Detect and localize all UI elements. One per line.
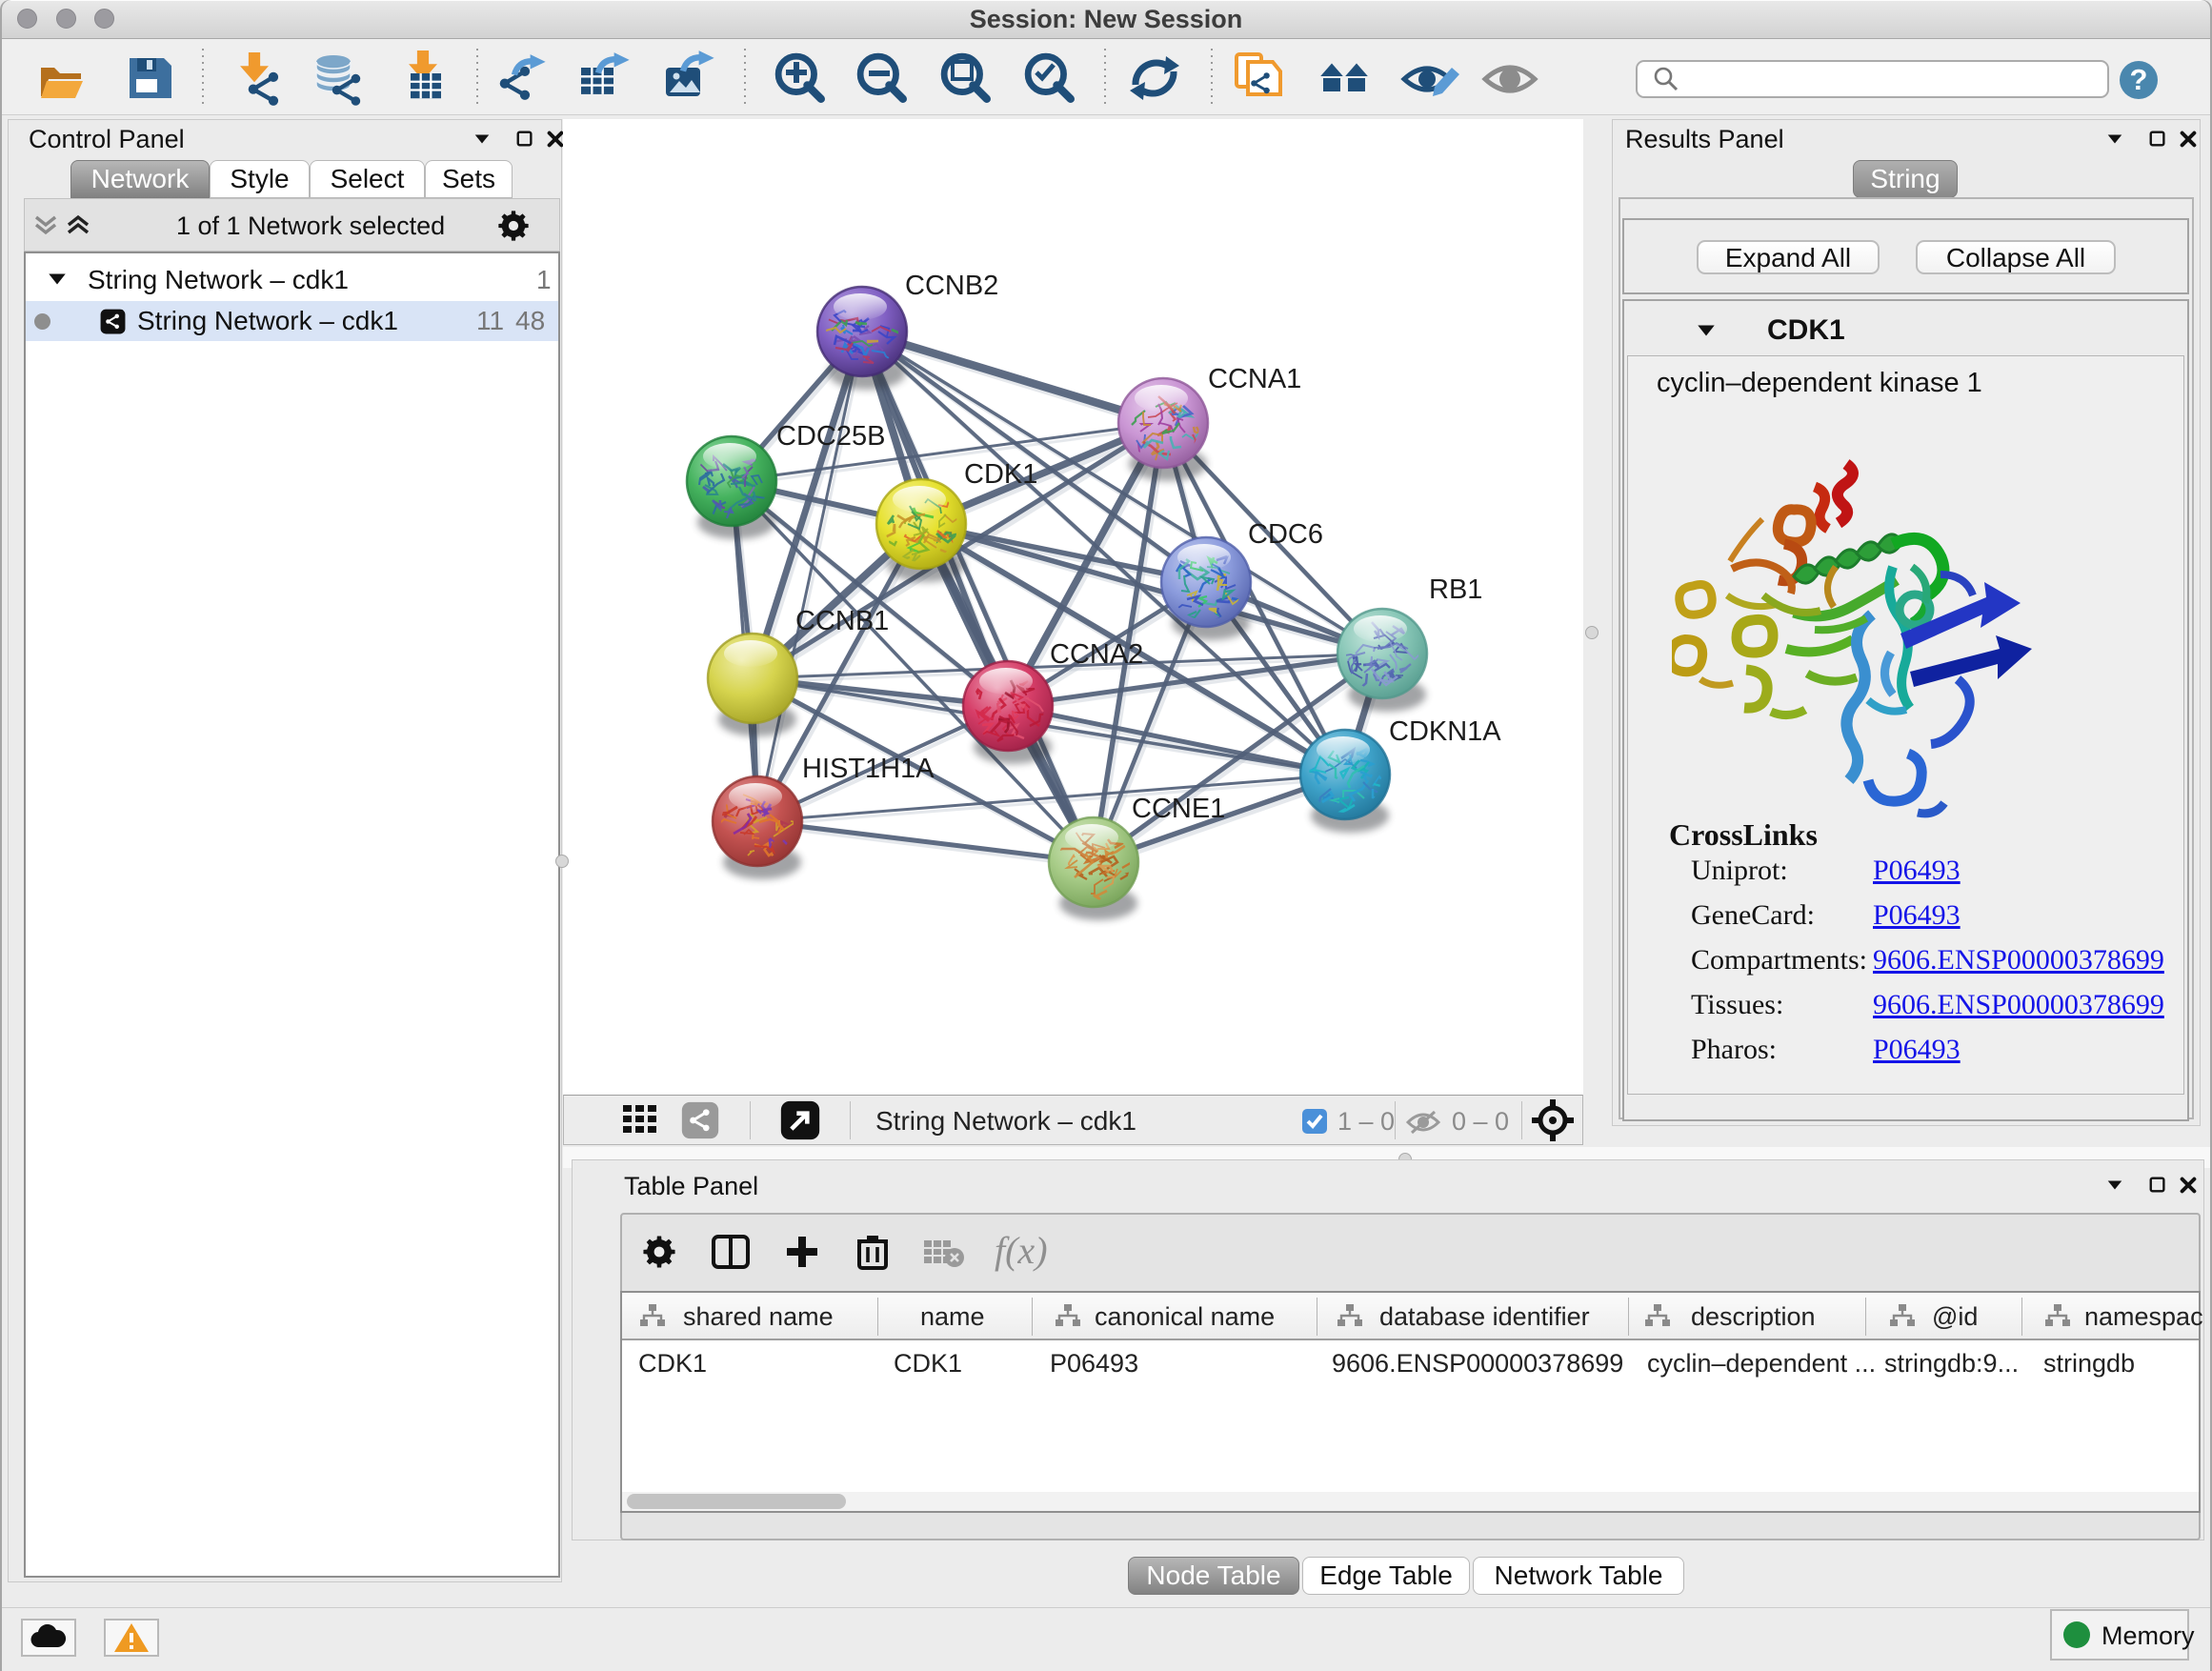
svg-text:HIST1H1A: HIST1H1A — [802, 754, 935, 784]
svg-text:CCNB2: CCNB2 — [905, 271, 998, 301]
svg-text:CDK1: CDK1 — [964, 459, 1037, 490]
svg-text:CCNB1: CCNB1 — [795, 606, 889, 636]
svg-text:CDKN1A: CDKN1A — [1389, 716, 1501, 747]
svg-text:CDC6: CDC6 — [1248, 519, 1323, 550]
svg-text:CDC25B: CDC25B — [776, 421, 885, 452]
svg-text:CCNE1: CCNE1 — [1132, 794, 1225, 824]
svg-text:RB1: RB1 — [1429, 574, 1482, 605]
svg-text:CCNA2: CCNA2 — [1050, 639, 1143, 670]
svg-text:CCNA1: CCNA1 — [1208, 364, 1301, 394]
